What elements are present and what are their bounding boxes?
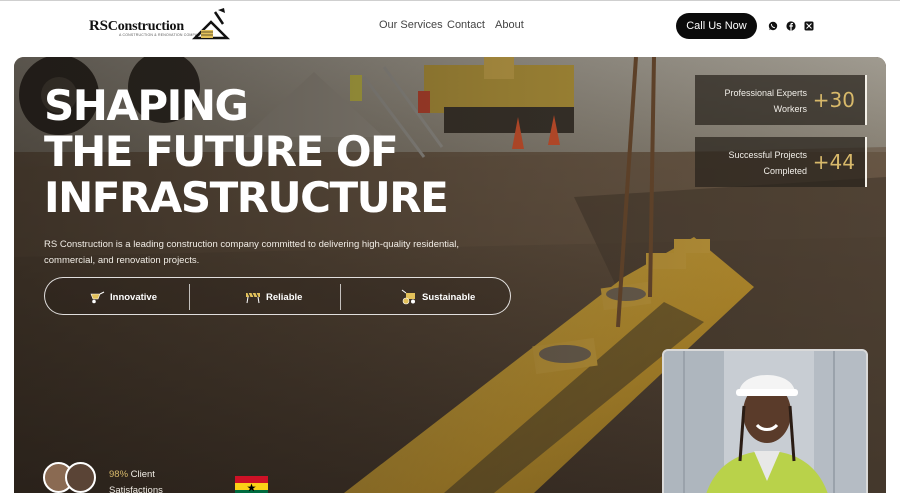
ghana-flag-icon <box>235 476 268 493</box>
client-satisfaction-percent: 98% <box>109 469 129 480</box>
wheelbarrow-icon <box>90 291 105 304</box>
feature-divider <box>340 284 341 310</box>
feature-reliable: Reliable <box>245 278 302 316</box>
stat-value: +44 <box>812 150 855 174</box>
stat-value: +30 <box>812 88 855 112</box>
nav-link-contact[interactable]: Contact <box>447 19 485 31</box>
hero-description: RS Construction is a leading constructio… <box>44 239 460 266</box>
facebook-icon[interactable] <box>786 21 796 31</box>
worker-photo <box>662 349 868 493</box>
roller-icon <box>401 289 415 305</box>
nav-link-our-services[interactable]: Our Services <box>379 19 443 31</box>
headline-line-3: INFRASTRUCTURE <box>44 173 449 222</box>
feature-sustainable: Sustainable <box>401 278 475 316</box>
stat-label: Professional Experts Workers <box>724 88 807 114</box>
feature-innovative-label: Innovative <box>110 291 157 303</box>
hero-headline: SHAPING THE FUTURE OF INFRASTRUCTURE <box>44 83 484 221</box>
x-twitter-icon[interactable] <box>804 21 814 31</box>
feature-pill: Innovative Reliable Sustainable <box>44 277 511 315</box>
stat-card-workers: Professional Experts Workers +30 <box>695 75 867 125</box>
headline-line-1: SHAPING <box>44 81 249 130</box>
smiling-engineer-image <box>664 351 866 493</box>
feature-sustainable-label: Sustainable <box>422 291 476 303</box>
barrier-icon <box>246 292 260 304</box>
avatar <box>65 462 96 493</box>
feature-innovative: Innovative <box>89 278 157 316</box>
main-nav: Our Services Contact About <box>0 19 900 35</box>
client-avatars <box>43 462 101 493</box>
hero-section: SHAPING THE FUTURE OF INFRASTRUCTURE RS … <box>14 57 886 493</box>
client-satisfaction-stat: 98% Client Satisfactions <box>109 469 163 493</box>
feature-reliable-label: Reliable <box>266 291 303 303</box>
nav-link-about[interactable]: About <box>495 19 524 31</box>
navbar: RSConstruction A CONSTRUCTION & RENOVATI… <box>0 1 900 53</box>
feature-divider <box>189 284 190 310</box>
headline-line-2: THE FUTURE OF <box>44 127 399 176</box>
whatsapp-icon[interactable] <box>768 21 778 31</box>
stat-card-projects: Successful Projects Completed +44 <box>695 137 867 187</box>
call-us-now-button[interactable]: Call Us Now <box>676 13 757 39</box>
stat-label: Successful Projects Completed <box>728 150 807 176</box>
